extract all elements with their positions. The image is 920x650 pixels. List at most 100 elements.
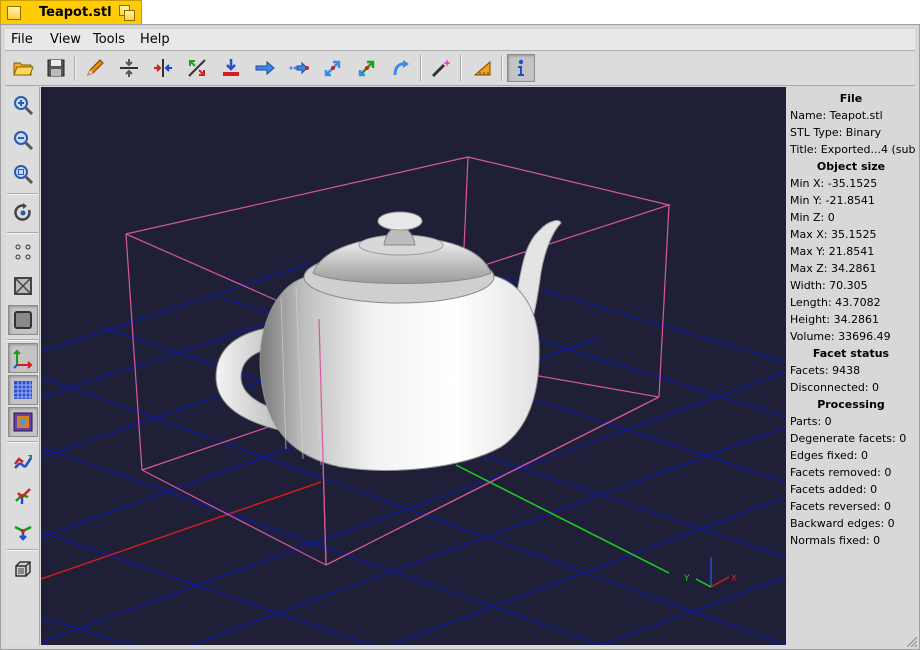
wireframe-mode-icon	[14, 277, 32, 295]
zoom-fit-icon	[14, 165, 34, 185]
reset-view-icon	[14, 203, 31, 221]
mirror-xz-icon	[188, 59, 206, 77]
repair-wand-icon	[431, 59, 451, 78]
zoom-in-icon	[14, 96, 34, 116]
mirror-xy-button[interactable]	[115, 54, 143, 82]
info-panel: File Name: Teapot.stl STL Type: Binary T…	[787, 87, 915, 645]
view-sidebar	[5, 87, 40, 645]
menu-help[interactable]: Help	[140, 32, 170, 47]
show-axes-icon	[13, 349, 33, 369]
view-front-button[interactable]	[8, 447, 38, 477]
info-width: Width: 70.305	[790, 279, 868, 292]
info-height: Height: 34.2861	[790, 313, 880, 326]
gizmo-y-label: Y	[683, 574, 690, 584]
axis-gizmo: X Y	[683, 557, 737, 588]
info-min-y: Min Y: -21.8541	[790, 194, 875, 207]
show-plane-button[interactable]	[8, 375, 38, 405]
zoom-in-button[interactable]	[8, 90, 38, 120]
view-left-icon	[14, 525, 32, 541]
info-facets-added: Facets added: 0	[790, 483, 878, 496]
info-max-x: Max X: 35.1525	[790, 228, 877, 241]
mirror-xy-icon	[120, 59, 138, 77]
facet-status-header: Facet status	[812, 347, 890, 360]
menu-file[interactable]: File	[11, 32, 33, 47]
wireframe-mode-button[interactable]	[8, 271, 38, 301]
put-on-plane-button[interactable]	[217, 54, 245, 82]
solid-mode-icon	[14, 311, 32, 329]
zoom-out-button[interactable]	[8, 125, 38, 155]
info-degenerate: Degenerate facets: 0	[790, 432, 907, 445]
view-top-button[interactable]	[8, 481, 38, 511]
rotate-icon	[393, 60, 409, 76]
repair-button[interactable]	[427, 54, 455, 82]
close-icon[interactable]	[7, 6, 21, 20]
info-volume: Volume: 33696.49	[790, 330, 891, 343]
open-folder-icon	[13, 62, 34, 76]
scale-axis-button[interactable]	[353, 54, 381, 82]
measure-ruler-icon	[473, 60, 491, 76]
menu-view[interactable]: View	[50, 32, 81, 47]
mirror-yz-icon	[154, 59, 172, 77]
view-left-button[interactable]	[8, 515, 38, 545]
info-stl-type: STL Type: Binary	[790, 126, 882, 139]
object-size-header: Object size	[816, 160, 886, 173]
info-parts: Parts: 0	[790, 415, 832, 428]
info-icon	[518, 59, 524, 76]
mirror-yz-button[interactable]	[149, 54, 177, 82]
menu-tools[interactable]: Tools	[93, 32, 125, 47]
mirror-xz-button[interactable]	[183, 54, 211, 82]
model-render: X Y	[41, 156, 786, 645]
info-max-z: Max Z: 34.2861	[790, 262, 877, 275]
move-button[interactable]	[251, 54, 279, 82]
save-button[interactable]	[42, 54, 70, 82]
info-max-y: Max Y: 21.8541	[790, 245, 875, 258]
info-title: Title: Exported...4 (sub 6)	[790, 143, 915, 156]
zoom-out-icon	[14, 131, 34, 151]
gizmo-x-label: X	[731, 574, 737, 584]
info-facets-removed: Facets removed: 0	[790, 466, 892, 479]
window-title: Teapot.stl	[39, 5, 112, 20]
info-disconnected: Disconnected: 0	[790, 381, 880, 394]
put-on-plane-icon	[223, 59, 239, 76]
reset-view-button[interactable]	[8, 198, 38, 228]
info-min-z: Min Z: 0	[790, 211, 835, 224]
edit-button[interactable]	[81, 54, 109, 82]
save-disk-icon	[47, 59, 65, 77]
scale-button[interactable]	[319, 54, 347, 82]
info-normals-fixed: Normals fixed: 0	[790, 534, 881, 547]
info-facets: Facets: 9438	[790, 364, 861, 377]
menu-bar: File View Tools Help	[5, 29, 915, 51]
measure-button[interactable]	[469, 54, 497, 82]
3d-viewport[interactable]: X Y	[41, 87, 786, 645]
points-mode-button[interactable]	[8, 237, 38, 267]
move-to-button[interactable]	[285, 54, 313, 82]
info-button[interactable]	[507, 54, 535, 82]
view-3d-button[interactable]	[8, 554, 38, 584]
zoom-window-icon[interactable]	[119, 5, 135, 21]
zoom-fit-button[interactable]	[8, 159, 38, 189]
rotate-button[interactable]	[387, 54, 415, 82]
view-front-icon	[14, 455, 33, 469]
scale-icon	[324, 60, 341, 77]
scale-axis-icon	[358, 60, 375, 77]
info-edges-fixed: Edges fixed: 0	[790, 449, 868, 462]
move-icon	[255, 60, 275, 76]
window-tab[interactable]: Teapot.stl	[0, 0, 142, 25]
info-min-x: Min X: -35.1525	[790, 177, 878, 190]
move-to-icon	[289, 61, 309, 75]
processing-header: Processing	[817, 398, 885, 411]
bounding-box-icon	[13, 412, 33, 432]
show-plane-icon	[14, 381, 32, 399]
bounding-box-button[interactable]	[8, 407, 38, 437]
resize-grip-icon[interactable]	[907, 637, 917, 647]
show-axes-button[interactable]	[8, 343, 38, 373]
app-window: File View Tools Help X Y File Name: Teap…	[0, 24, 920, 650]
info-length: Length: 43.7082	[790, 296, 881, 309]
view-top-icon	[15, 488, 31, 504]
view-3d-icon	[15, 561, 31, 577]
solid-mode-button[interactable]	[8, 305, 38, 335]
info-facets-reversed: Facets reversed: 0	[790, 500, 891, 513]
open-button[interactable]	[9, 54, 37, 82]
toolbar	[5, 52, 915, 86]
file-section-header: File	[839, 92, 863, 105]
